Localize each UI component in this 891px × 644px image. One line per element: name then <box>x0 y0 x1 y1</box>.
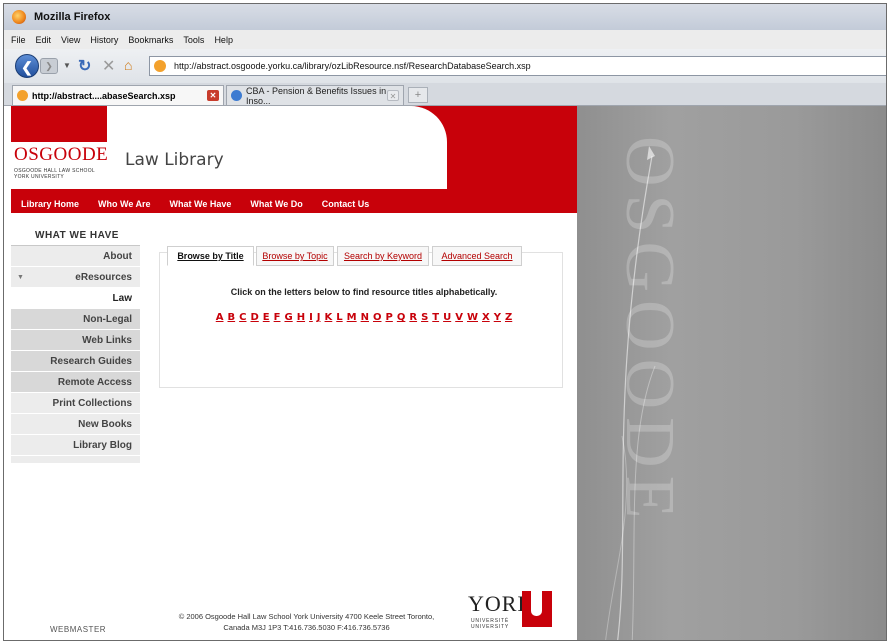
menu-history[interactable]: History <box>90 35 118 45</box>
letter-link-a[interactable]: A <box>216 312 224 323</box>
browse-instruction: Click on the letters below to find resou… <box>230 287 498 297</box>
tab-cba[interactable]: CBA - Pension & Benefits Issues in Inso.… <box>226 85 404 106</box>
alphabet-links: A B C D E F G H I J K L M N O P Q R S T … <box>167 312 561 323</box>
osgoode-logo-subtitle: OSGOODE HALL LAW SCHOOL YORK UNIVERSITY <box>14 168 95 180</box>
tab-search-by-keyword[interactable]: Search by Keyword <box>337 246 429 266</box>
stop-icon[interactable]: ✕ <box>102 56 115 76</box>
nav-library-home[interactable]: Library Home <box>21 199 79 209</box>
letter-link-u[interactable]: U <box>443 312 451 323</box>
nav-contact-us[interactable]: Contact Us <box>322 199 370 209</box>
history-dropdown-icon[interactable]: ▼ <box>63 61 71 70</box>
window-title: Mozilla Firefox <box>34 11 111 23</box>
letter-link-k[interactable]: K <box>325 312 333 323</box>
sidebar-item-non-legal[interactable]: Non-Legal <box>11 309 140 330</box>
url-text[interactable]: http://abstract.osgoode.yorku.ca/library… <box>174 61 531 71</box>
decorative-side-panel: OSGOODE <box>577 106 886 640</box>
back-arrow-icon[interactable]: ❮ <box>15 54 39 78</box>
forward-arrow-icon[interactable]: ❯ <box>40 58 58 74</box>
close-icon[interactable]: ✕ <box>387 90 399 101</box>
firefox-logo-icon <box>12 10 26 24</box>
sidebar-item-web-links[interactable]: Web Links <box>11 330 140 351</box>
sidebar-item-library-blog[interactable]: Library Blog <box>11 435 140 456</box>
reload-icon[interactable]: ↻ <box>78 56 91 76</box>
tab-label: CBA - Pension & Benefits Issues in Inso.… <box>246 85 387 106</box>
sidebar-heading: WHAT WE HAVE <box>11 227 140 246</box>
nav-what-we-have[interactable]: What We Have <box>170 199 232 209</box>
letter-link-r[interactable]: R <box>409 312 417 323</box>
webmaster-link[interactable]: WEBMASTER <box>50 625 106 634</box>
letter-link-s[interactable]: S <box>421 312 428 323</box>
letter-link-w[interactable]: W <box>467 312 478 323</box>
sidebar-item-law[interactable]: Law <box>11 288 140 309</box>
tab-favicon-icon <box>17 90 28 101</box>
tab-browse-by-topic[interactable]: Browse by Topic <box>256 246 334 266</box>
menu-tools[interactable]: Tools <box>183 35 204 45</box>
tab-bar: http://abstract....abaseSearch.xsp ✕ CBA… <box>4 83 886 106</box>
nav-what-we-do[interactable]: What We Do <box>250 199 302 209</box>
site-identity-icon[interactable] <box>154 60 166 72</box>
navigation-toolbar: ❮ ❯ ▼ ↻ ✕ ⌂ http://abstract.osgoode.york… <box>4 49 886 84</box>
tab-label: http://abstract....abaseSearch.xsp <box>32 90 176 101</box>
letter-link-m[interactable]: M <box>347 312 357 323</box>
letter-link-n[interactable]: N <box>361 312 369 323</box>
letter-link-q[interactable]: Q <box>397 312 406 323</box>
sidebar-item-research-guides[interactable]: Research Guides <box>11 351 140 372</box>
letter-link-o[interactable]: O <box>373 312 382 323</box>
home-icon[interactable]: ⌂ <box>124 57 132 73</box>
sidebar-item-print-collections[interactable]: Print Collections <box>11 393 140 414</box>
letter-link-i[interactable]: I <box>309 312 313 323</box>
letter-link-e[interactable]: E <box>263 312 270 323</box>
decorative-lines <box>605 146 656 640</box>
sidebar-item-new-books[interactable]: New Books <box>11 414 140 435</box>
letter-link-f[interactable]: F <box>274 312 281 323</box>
sidebar-item-remote-access[interactable]: Remote Access <box>11 372 140 393</box>
sidebar-item-about[interactable]: About <box>11 246 140 267</box>
tab-active[interactable]: http://abstract....abaseSearch.xsp ✕ <box>12 85 224 105</box>
menu-view[interactable]: View <box>61 35 80 45</box>
letter-link-x[interactable]: X <box>482 312 490 323</box>
tab-advanced-search[interactable]: Advanced Search <box>432 246 522 266</box>
letter-link-y[interactable]: Y <box>494 312 501 323</box>
letter-link-b[interactable]: B <box>228 312 236 323</box>
url-bar[interactable]: http://abstract.osgoode.yorku.ca/library… <box>149 56 886 76</box>
nav-who-we-are[interactable]: Who We Are <box>98 199 151 209</box>
letter-link-g[interactable]: G <box>284 312 292 323</box>
letter-link-z[interactable]: Z <box>505 312 512 323</box>
new-tab-plus-icon[interactable]: + <box>408 87 428 103</box>
menu-bar: File Edit View History Bookmarks Tools H… <box>4 30 886 49</box>
title-bar: Mozilla Firefox <box>4 4 886 31</box>
letter-link-p[interactable]: P <box>386 312 393 323</box>
york-u-mark-icon <box>522 591 552 627</box>
menu-file[interactable]: File <box>11 35 26 45</box>
page-content: OSGOODE OSGOODE HALL LAW SCHOOL YORK UNI… <box>4 106 886 640</box>
close-icon[interactable]: ✕ <box>207 90 219 101</box>
letter-link-d[interactable]: D <box>250 312 258 323</box>
letter-link-h[interactable]: H <box>297 312 305 323</box>
menu-edit[interactable]: Edit <box>36 35 52 45</box>
menu-help[interactable]: Help <box>214 35 233 45</box>
sidebar: WHAT WE HAVE About ▼ eResources Law Non-L… <box>11 227 140 463</box>
letter-link-v[interactable]: V <box>455 312 463 323</box>
site-header: OSGOODE OSGOODE HALL LAW SCHOOL YORK UNI… <box>11 106 577 194</box>
site-title: Law Library <box>125 150 224 170</box>
tab-browse-by-title[interactable]: Browse by Title <box>167 246 254 266</box>
letter-link-j[interactable]: J <box>317 312 321 323</box>
expand-arrow-icon: ▼ <box>17 274 24 281</box>
top-navigation: Library Home Who We Are What We Have Wha… <box>11 194 577 213</box>
letter-link-l[interactable]: L <box>336 312 342 323</box>
letter-link-c[interactable]: C <box>239 312 246 323</box>
browser-window: Mozilla Firefox File Edit View History B… <box>3 3 887 641</box>
copyright-text: © 2006 Osgoode Hall Law School York Univ… <box>178 612 435 632</box>
tab-favicon-icon <box>231 90 242 101</box>
menu-bookmarks[interactable]: Bookmarks <box>128 35 173 45</box>
sidebar-item-eresources[interactable]: ▼ eResources <box>11 267 140 288</box>
letter-link-t[interactable]: T <box>432 312 439 323</box>
osgoode-logo[interactable]: OSGOODE <box>14 144 108 166</box>
